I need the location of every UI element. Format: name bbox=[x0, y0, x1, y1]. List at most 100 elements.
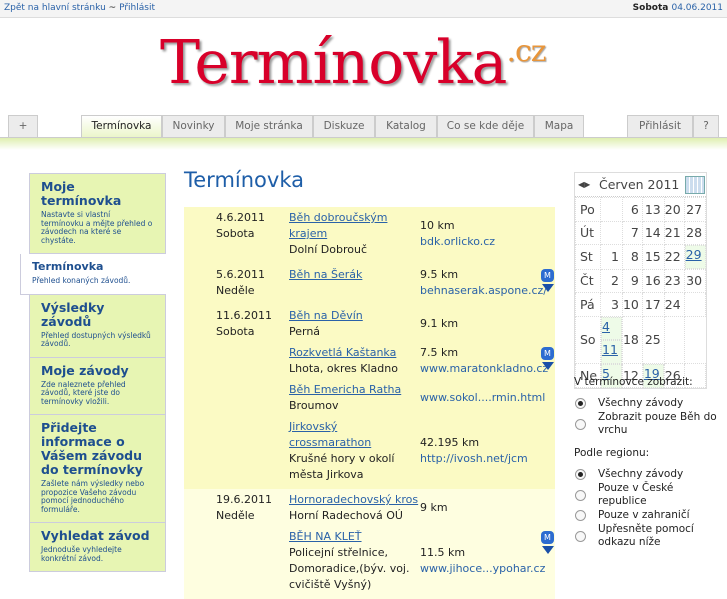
event-distance: 9.5 km bbox=[420, 268, 459, 281]
radio-button[interactable] bbox=[575, 510, 586, 521]
event-place: Horní Radechová OÚ bbox=[289, 509, 403, 522]
event-info-cell: 10 km bdk.orlicko.cz bbox=[420, 210, 540, 258]
home-link[interactable]: Zpět na hlavní stránku bbox=[4, 3, 106, 13]
logo-text: Termínovka bbox=[160, 28, 507, 98]
event-name-cell: BĚH NA KLEŤ Policejní střelnice, Domoradi… bbox=[289, 529, 420, 593]
filter-option[interactable]: Upřesněte pomocí odkazu níže bbox=[574, 523, 724, 549]
event-date-cell: 4.6.2011 Sobota bbox=[184, 210, 289, 258]
event-row: BĚH NA KLEŤ Policejní střelnice, Domoradi… bbox=[184, 528, 555, 597]
event-name-link[interactable]: Jirkovský crossmarathon bbox=[289, 420, 371, 449]
event-name-link[interactable]: BĚH NA KLEŤ bbox=[289, 530, 362, 543]
event-website-link[interactable]: www.sokol....rmin.html bbox=[420, 390, 545, 406]
event-info-cell: 7.5 km www.maratonkladno.cz bbox=[420, 345, 548, 377]
sidebar-item[interactable]: Termínovka Přehled konaných závodů. bbox=[20, 254, 166, 295]
event-info-cell: 9.1 km bbox=[420, 308, 540, 340]
sidebar-item[interactable]: Moje závody Zde naleznete přehled závodů,… bbox=[29, 357, 166, 415]
tab-mapa[interactable]: Mapa bbox=[534, 115, 584, 137]
radio-button[interactable] bbox=[575, 469, 586, 480]
calendar-weekday: Pá bbox=[574, 292, 602, 317]
tab-terminovka[interactable]: Termínovka bbox=[81, 115, 162, 139]
radio-button[interactable] bbox=[575, 530, 586, 542]
event-website-link[interactable]: behnaserak.aspone.cz/ bbox=[420, 283, 547, 299]
calendar-day: 3 bbox=[600, 292, 623, 317]
event-info-cell: 9.5 km behnaserak.aspone.cz/ bbox=[420, 267, 547, 299]
calendar-day[interactable]: 4 bbox=[601, 316, 622, 340]
event-day-group: 5.6.2011 Neděle Běh na Šerák 9.5 km behnaser… bbox=[184, 264, 555, 305]
calendar-day[interactable]: 11 bbox=[601, 340, 622, 364]
calendar-day: 10 bbox=[621, 292, 643, 317]
sidebar-item[interactable]: Moje termínovka Nastavte si vlastní termí… bbox=[29, 173, 166, 254]
sidebar-item[interactable]: Výsledky závodů Přehled dostupných výsled… bbox=[29, 294, 166, 358]
sidebar-item-title: Přidejte informace o Vášem závodu do ter… bbox=[41, 420, 143, 477]
tab-katalog[interactable]: Katalog bbox=[375, 115, 437, 137]
calendar-day-link[interactable]: 4 bbox=[602, 319, 610, 336]
radio-button[interactable] bbox=[575, 398, 586, 409]
calendar-day bbox=[600, 220, 623, 245]
event-name-link[interactable]: Hornoradechovský kros bbox=[289, 493, 418, 506]
map-marker-icon[interactable]: M bbox=[541, 347, 555, 375]
filter-option[interactable]: Pouze v České republice bbox=[574, 482, 724, 508]
calendar-day: 24 bbox=[663, 292, 685, 317]
event-website-link[interactable]: http://ivosh.net/jcm bbox=[420, 451, 540, 467]
event-website-link[interactable]: www.jihoce...ypohar.cz bbox=[420, 561, 545, 577]
calendar-day: 2 bbox=[600, 268, 623, 293]
filter-option[interactable]: Pouze v zahraničí bbox=[574, 509, 724, 522]
calendar-day: 8 bbox=[621, 244, 643, 270]
event-distance: 9.1 km bbox=[420, 317, 459, 330]
sidebar-item-title: Termínovka bbox=[32, 260, 104, 273]
logo-tld: .cz bbox=[506, 34, 546, 69]
event-info-cell: www.sokol....rmin.html bbox=[420, 382, 545, 414]
tab-help[interactable]: ? bbox=[693, 115, 719, 137]
tab-moje-stranka[interactable]: Moje stránka bbox=[225, 115, 313, 137]
event-date-cell: 11.6.2011 Sobota bbox=[184, 308, 289, 340]
radio-button[interactable] bbox=[575, 489, 586, 501]
calendar-row: St 1 8 15 22 29 bbox=[574, 244, 706, 270]
tab-plus[interactable]: + bbox=[8, 115, 38, 137]
calendar-month: Červen 2011 bbox=[599, 177, 680, 192]
sidebar-item-title: Moje závody bbox=[41, 362, 129, 378]
event-name-link[interactable]: Běh dobroučským krajem bbox=[289, 211, 387, 240]
filter-option[interactable]: Všechny závody bbox=[574, 397, 724, 410]
event-name-link[interactable]: Rozkvetlá Kaštanka bbox=[289, 346, 396, 359]
event-row: 11.6.2011 Sobota Běh na Děvín Perná 9.1 km bbox=[184, 307, 555, 344]
show-filter-label: V termínovce zobrazit: bbox=[574, 376, 693, 388]
calendar-icon[interactable] bbox=[685, 175, 705, 194]
calendar-day: 30 bbox=[683, 268, 707, 293]
filter-option[interactable]: Zobrazit pouze Běh do vrchu bbox=[574, 411, 724, 437]
login-link[interactable]: Přihlásit bbox=[119, 3, 155, 13]
region-filter-label: Podle regionu: bbox=[574, 447, 650, 459]
event-name-link[interactable]: Běh na Děvín bbox=[289, 309, 363, 322]
sidebar-item-desc: Přehled konaných závodů. bbox=[32, 276, 131, 285]
tab-diskuze[interactable]: Diskuze bbox=[313, 115, 375, 137]
calendar-prev-next-icon[interactable]: ◀▶ bbox=[575, 180, 599, 189]
site-logo[interactable]: Termínovka.cz bbox=[160, 28, 547, 98]
event-name-cell: Hornoradechovský kros Horní Radechová OÚ bbox=[289, 492, 420, 524]
sidebar-item-desc: Zašlete nám výsledky nebo propozice Vaše… bbox=[41, 479, 145, 514]
calendar-day[interactable]: 29 bbox=[684, 245, 706, 269]
calendar-day-link[interactable]: 29 bbox=[686, 247, 702, 264]
tab-login[interactable]: Přihlásit bbox=[627, 115, 693, 137]
calendar: ◀▶ Červen 2011 Po 6 13 20 27 Út 7 14 21 28 St 1 8 15 2… bbox=[574, 172, 707, 389]
calendar-weekday: Po bbox=[574, 197, 602, 222]
calendar-day-link[interactable]: 11 bbox=[602, 342, 618, 359]
event-date-cell bbox=[184, 382, 289, 414]
event-name-link[interactable]: Běh na Šerák bbox=[289, 268, 362, 281]
event-name-link[interactable]: Běh Emericha Ratha bbox=[289, 383, 401, 396]
filter-option[interactable]: Všechny závody bbox=[574, 468, 724, 481]
event-name-cell: Rozkvetlá Kaštanka Lhota, okres Kladno bbox=[289, 345, 420, 377]
map-marker-letter: M bbox=[541, 269, 554, 282]
separator: ~ bbox=[108, 3, 117, 13]
map-marker-icon[interactable]: M bbox=[541, 269, 555, 297]
event-website-link[interactable]: bdk.orlicko.cz bbox=[420, 234, 540, 250]
tab-novinky[interactable]: Novinky bbox=[162, 115, 225, 137]
tab-co-se-kde-deje[interactable]: Co se kde děje bbox=[437, 115, 534, 137]
sidebar-item[interactable]: Přidejte informace o Vášem závodu do ter… bbox=[29, 415, 166, 523]
event-name-cell: Běh na Děvín Perná bbox=[289, 308, 420, 340]
map-arrow bbox=[542, 284, 554, 292]
calendar-row: Po 6 13 20 27 bbox=[574, 197, 707, 222]
calendar-weekday: Út bbox=[574, 220, 602, 245]
map-marker-icon[interactable]: M bbox=[541, 531, 555, 559]
sidebar-item[interactable]: Vyhledat závod Jednoduše vyhledejte konkr… bbox=[29, 523, 166, 572]
radio-button[interactable] bbox=[575, 418, 586, 430]
event-website-link[interactable]: www.maratonkladno.cz bbox=[420, 361, 548, 377]
